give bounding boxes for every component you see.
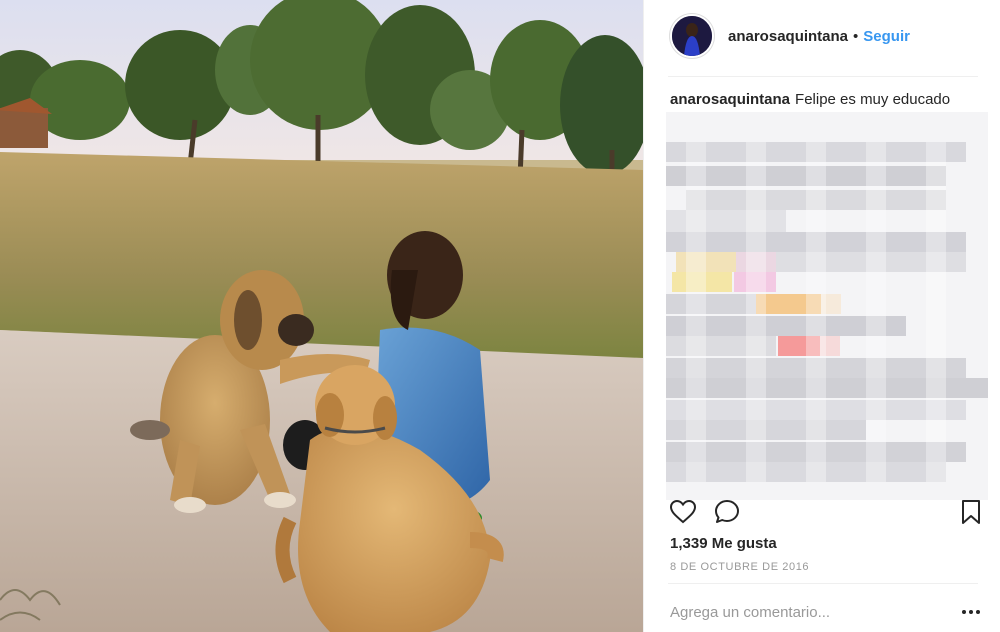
caption-username[interactable]: anarosaquintana (670, 91, 790, 108)
post-actions (668, 497, 986, 527)
username-link[interactable]: anarosaquintana (728, 28, 848, 45)
post-details-panel: anarosaquintana • Seguir anarosaquintana… (643, 0, 1000, 632)
comment-divider (668, 583, 978, 584)
post-header: anarosaquintana • Seguir (670, 13, 910, 59)
photo-dogs-woman (0, 0, 643, 632)
post-date: 8 DE OCTUBRE DE 2016 (670, 561, 810, 573)
more-options-icon[interactable] (960, 601, 982, 623)
avatar-image (672, 16, 712, 56)
separator-dot: • (853, 27, 859, 45)
follow-button[interactable]: Seguir (863, 28, 910, 45)
comment-input[interactable] (670, 600, 940, 624)
heart-icon[interactable] (668, 497, 698, 527)
avatar[interactable] (670, 14, 714, 58)
bookmark-icon[interactable] (956, 497, 986, 527)
like-count[interactable]: 1,339 Me gusta (670, 535, 777, 552)
post-caption: anarosaquintana Felipe es muy educado (670, 91, 950, 108)
blurred-comments (666, 112, 988, 500)
caption-text: Felipe es muy educado (795, 91, 951, 108)
post-photo[interactable] (0, 0, 643, 632)
comment-bubble-icon[interactable] (712, 497, 742, 527)
header-divider (668, 76, 978, 77)
